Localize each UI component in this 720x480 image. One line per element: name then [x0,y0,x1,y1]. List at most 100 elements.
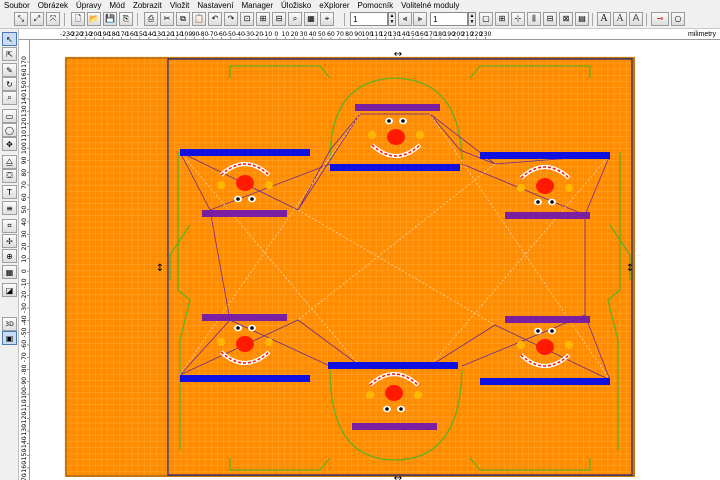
font-a-outline-button[interactable]: A [613,12,627,26]
purple-bar-right-upper[interactable] [505,212,590,219]
rectangle-icon[interactable]: ▭ [2,109,17,123]
zoom-in-icon[interactable]: ⊞ [256,12,270,26]
menu-mod[interactable]: Mód [105,0,129,11]
open-file-icon[interactable]: 📂 [87,12,101,26]
copy-icon[interactable]: ⧉ [176,12,190,26]
menu-explorer[interactable]: eXplorer [315,0,353,11]
blue-bar-bottom-center[interactable] [328,362,458,369]
blue-bar-top-center[interactable] [330,164,460,171]
group-icon[interactable]: ⊠ [559,12,573,26]
clown-pupil-left [236,326,240,330]
ellipse-icon[interactable]: ◯ [2,123,17,137]
drag-icon[interactable]: ✢ [2,234,17,248]
chart-icon[interactable]: ▤ [575,12,589,26]
line-width-field[interactable] [350,12,388,26]
magnifier-icon[interactable]: ⌕ [2,91,17,105]
ruler-tick-label: -30 [21,303,28,313]
toolbar-separator [137,13,138,26]
resize-handle-icon[interactable]: ↔ [394,473,402,480]
clown-ear-left [517,184,525,192]
key-lock-icon[interactable]: ⊸ [651,12,669,26]
ruler-tick-label: -160 [21,461,28,475]
text-icon[interactable]: T [2,185,17,199]
align-icon[interactable]: ≡ [2,201,17,215]
grid-icon[interactable]: ▦ [304,12,318,26]
save-icon[interactable]: 💾 [103,12,117,26]
undo-icon[interactable]: ↶ [208,12,222,26]
menu-vlozit[interactable]: Vložit [166,0,194,11]
align-center-icon[interactable]: ⫸ [413,12,427,26]
move-cross-icon[interactable]: ✥ [2,137,17,151]
purple-bar-left-upper[interactable] [202,210,287,217]
mirror-icon[interactable]: ⧋ [2,155,17,169]
clown-pupil-right [250,197,254,201]
weld-icon[interactable]: ⊕ [2,249,17,263]
snap-icon[interactable]: ⌖ [320,12,334,26]
line-width-spinner[interactable]: ▲ ▼ [388,12,396,26]
node-arrow-icon[interactable]: ⇱ [2,47,17,61]
ruler-tick-label: -110 [21,399,28,413]
tool-node-red-icon[interactable]: ⤢ [30,12,44,26]
preview-icon[interactable]: ▣ [2,331,17,345]
menu-nastaveni[interactable]: Nastavení [193,0,237,11]
import-icon[interactable]: ⎘ [119,12,133,26]
bucket-icon[interactable]: ⛋ [2,169,17,183]
purple-bar-top-center[interactable] [355,104,440,111]
menu-zobrazit[interactable]: Zobrazit [129,0,166,11]
zoom-out-icon[interactable]: ⊟ [272,12,286,26]
vertical-ruler: 170 160 150 140 130 120 110 100 90 80 70 60 50 40 30 20… [19,40,30,480]
stop-icon[interactable]: ○ [671,12,685,26]
crop-icon[interactable]: ⌗ [2,219,17,233]
copies-spinner[interactable]: ▲ ▼ [468,12,476,26]
menu-uloziste[interactable]: Úložisko [277,0,315,11]
ruler-tick-label: -10 [21,278,28,288]
tool-weed-icon[interactable]: ⤧ [46,12,60,26]
new-file-icon[interactable]: 🗋 [71,12,85,26]
purple-bar-bottom-center[interactable] [352,423,437,430]
blue-bar-top-right[interactable] [480,152,610,159]
shadow-icon[interactable]: ◪ [2,283,17,297]
copies-field[interactable] [430,12,468,26]
arrange-icon[interactable]: ⊟ [543,12,557,26]
cut-icon[interactable]: ✂ [160,12,174,26]
purple-bar-left-lower[interactable] [202,314,287,321]
clown-pupil-left [536,329,540,333]
design-canvas[interactable]: ↔ ↔ ↕ ↕ [30,40,720,480]
resize-handle-icon[interactable]: ↕ [156,263,164,274]
clown-pupil-right [401,119,405,123]
blue-bar-bottom-left[interactable] [180,375,310,382]
clown-ear-left [217,181,225,189]
distribute-icon[interactable]: ⫼ [527,12,541,26]
menu-volitelne-moduly[interactable]: Volitelné moduly [397,0,463,11]
tool-node-green-icon[interactable]: ⤡ [14,12,28,26]
layers-icon[interactable]: ▦ [2,265,17,279]
menu-manager[interactable]: Manager [237,0,277,11]
menu-soubor[interactable]: Soubor [0,0,34,11]
resize-handle-icon[interactable]: ↔ [394,49,402,60]
text-a-button[interactable]: A [629,12,643,26]
menu-obrazek[interactable]: Obrázek [34,0,72,11]
redo-icon[interactable]: ↷ [224,12,238,26]
menu-pomocnik[interactable]: Pomocník [354,0,398,11]
menu-upravy[interactable]: Úpravy [72,0,105,11]
zoom-window-icon[interactable]: ⌕ [288,12,302,26]
frame-icon[interactable]: ▢ [479,12,493,26]
nodes-icon[interactable]: ⊹ [511,12,525,26]
rotate-icon[interactable]: ↻ [2,77,17,91]
pencil-icon[interactable]: ✎ [2,63,17,77]
print-icon[interactable]: ⎙ [144,12,158,26]
resize-handle-icon[interactable]: ↕ [626,263,634,274]
3d-icon[interactable]: 3D [2,317,17,331]
blue-bar-top-left[interactable] [180,149,310,156]
arrow-pointer-icon[interactable]: ↖ [2,32,17,46]
artwork-svg[interactable]: ↔ ↔ ↕ ↕ [30,40,720,480]
font-a-button[interactable]: A [597,12,611,26]
zoom-fit-icon[interactable]: ⊡ [240,12,254,26]
purple-bar-right-lower[interactable] [505,316,590,323]
clown-pupil-right [399,407,403,411]
horizontal-ruler: -230 -220 -210 -200 -190 -180 -170 -160 -150 -140… [19,29,720,40]
paste-icon[interactable]: 📋 [192,12,206,26]
align-left-icon[interactable]: ⫷ [398,12,412,26]
grid-small-icon[interactable]: ⊞ [495,12,509,26]
blue-bar-bottom-right[interactable] [480,378,610,385]
